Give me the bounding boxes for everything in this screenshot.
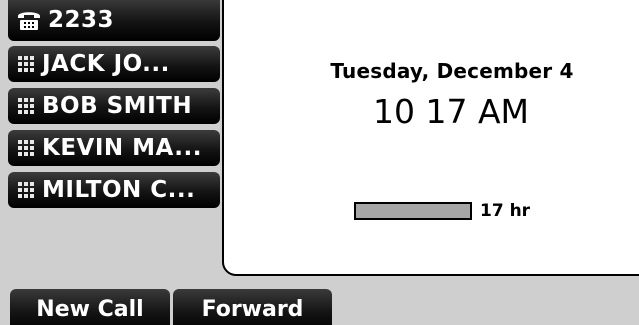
softkey-label: Forward [201, 297, 304, 322]
line-key-bob[interactable]: BOB SMITH [8, 88, 220, 124]
phone-screen: 2233 JACK JO... BOB SMITH KEVIN MA... MI… [0, 0, 639, 325]
line-key-milton[interactable]: MILTON C... [8, 172, 220, 208]
line-key-label: MILTON C... [42, 177, 196, 203]
softkey-new-call[interactable]: New Call [10, 289, 170, 325]
line-key-kevin[interactable]: KEVIN MA... [8, 130, 220, 166]
uptime-bar-fill [356, 204, 470, 218]
line-key-label: BOB SMITH [42, 93, 193, 119]
uptime-label: 17 hr [480, 201, 531, 221]
blf-grid-icon [16, 55, 36, 73]
blf-grid-icon [16, 181, 36, 199]
line-key-2233[interactable]: 2233 [8, 0, 220, 41]
uptime-bar [354, 202, 472, 220]
uptime-indicator: 17 hr [354, 201, 530, 221]
line-key-label: 2233 [48, 6, 115, 33]
softkey-label: New Call [36, 297, 144, 322]
idle-panel: Tuesday, December 4 10 17 AM 17 hr [222, 0, 639, 276]
time-display: 10 17 AM [372, 92, 529, 131]
blf-grid-icon [16, 139, 36, 157]
blf-grid-icon [16, 97, 36, 115]
phone-icon [18, 11, 40, 30]
line-key-label: JACK JO... [42, 51, 170, 77]
line-key-label: KEVIN MA... [42, 135, 202, 161]
date-display: Tuesday, December 4 [330, 59, 574, 83]
line-key-jack[interactable]: JACK JO... [8, 46, 220, 82]
softkey-forward[interactable]: Forward [173, 289, 332, 325]
